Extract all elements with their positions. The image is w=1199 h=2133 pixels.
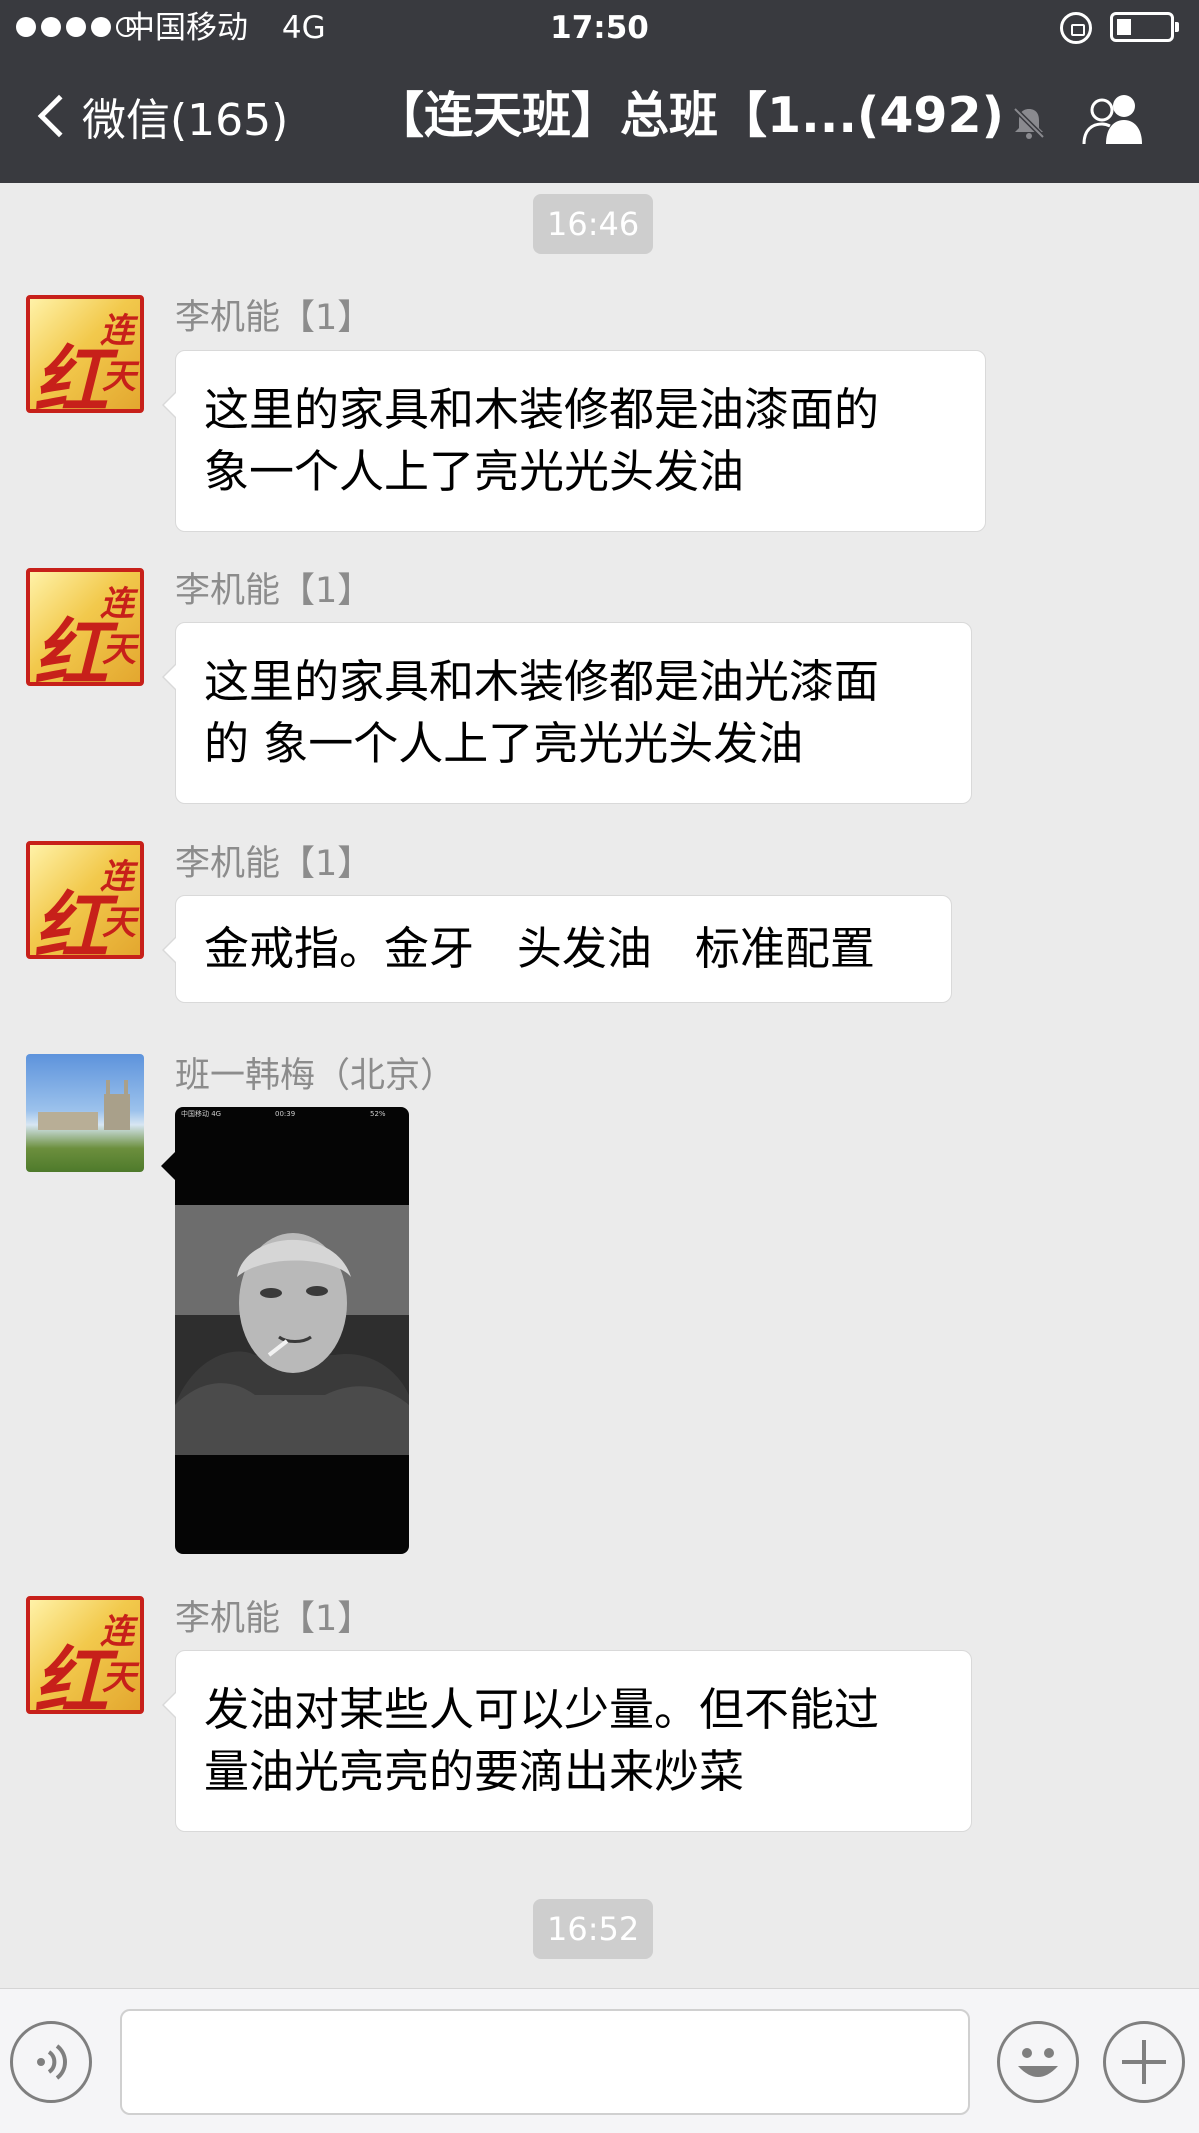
sender-name: 李机能【1】 <box>175 844 373 884</box>
sender-name: 班一韩梅（北京） <box>175 1056 456 1096</box>
image-status-bar: 中国移动 4G 00:39 52% <box>175 1107 409 1121</box>
seal-char: 天 <box>102 630 136 670</box>
more-options-button[interactable] <box>1103 2021 1185 2103</box>
top-bar: 中国移动 4G 17:50 微信(165) 【连天班】总班【1...(492) <box>0 0 1199 183</box>
timestamp: 16:52 <box>533 1899 654 1959</box>
sender-name: 李机能【1】 <box>175 298 373 338</box>
back-label: 微信(165) <box>82 95 289 146</box>
back-button[interactable]: 微信(165) <box>32 86 288 146</box>
seal-char: 连 <box>100 857 134 897</box>
sender-name: 李机能【1】 <box>175 571 373 611</box>
avatar[interactable] <box>26 1054 144 1172</box>
portrait-photo <box>175 1205 409 1455</box>
plus-icon <box>1122 2040 1166 2084</box>
emoji-button[interactable] <box>997 2021 1079 2103</box>
input-bar <box>0 1988 1199 2133</box>
building-shape <box>124 1080 128 1096</box>
seal-char: 红 <box>34 1639 108 1714</box>
message-input[interactable] <box>120 2009 970 2115</box>
building-shape <box>38 1112 98 1130</box>
message-bubble[interactable]: 发油对某些人可以少量。但不能过 量油光亮亮的要滴出来炒菜 <box>162 1650 972 1832</box>
message-text: 象一个人上了亮光光头发油 <box>204 445 745 498</box>
battery-icon <box>1110 12 1179 42</box>
avatar[interactable]: 红 连 天 <box>26 568 144 686</box>
message-text: 量油光亮亮的要滴出来炒菜 <box>204 1745 745 1798</box>
avatar[interactable]: 红 连 天 <box>26 841 144 959</box>
message-text: 这里的家具和木装修都是油光漆面 <box>204 655 880 708</box>
message-text: 这里的家具和木装修都是油漆面的 <box>204 383 880 436</box>
voice-input-button[interactable] <box>10 2021 92 2103</box>
seal-char: 天 <box>102 357 136 397</box>
message-bubble[interactable]: 这里的家具和木装修都是油光漆面 的 象一个人上了亮光光头发油 <box>162 622 972 804</box>
image-status-carrier: 中国移动 4G <box>181 1110 222 1118</box>
seal-char: 红 <box>34 338 108 413</box>
timestamp: 16:46 <box>533 194 654 254</box>
voice-input-icon <box>37 2044 67 2080</box>
rotation-lock-icon <box>1060 12 1092 44</box>
message-bubble[interactable]: 这里的家具和木装修都是油漆面的 象一个人上了亮光光头发油 <box>162 350 986 532</box>
message-text: 的 象一个人上了亮光光头发油 <box>204 717 804 770</box>
image-status-battery: 52% <box>370 1110 386 1118</box>
sender-name: 李机能【1】 <box>175 1599 373 1639</box>
seal-char: 连 <box>100 584 134 624</box>
image-message[interactable]: 中国移动 4G 00:39 52% <box>175 1107 409 1554</box>
message-text: 发油对某些人可以少量。但不能过 <box>204 1683 880 1736</box>
bubble-pointer <box>161 1152 175 1180</box>
image-status-time: 00:39 <box>275 1110 296 1118</box>
status-time: 17:50 <box>550 10 649 46</box>
group-members-icon[interactable] <box>1080 92 1148 148</box>
emoji-icon <box>1018 2048 1058 2077</box>
seal-char: 红 <box>34 611 108 686</box>
status-bar: 中国移动 4G 17:50 <box>0 0 1199 56</box>
chat-title: 【连天班】总班【1...(492) <box>375 87 1005 144</box>
avatar[interactable]: 红 连 天 <box>26 1596 144 1714</box>
building-shape <box>104 1094 130 1130</box>
building-shape <box>106 1080 110 1096</box>
seal-char: 连 <box>100 1612 134 1652</box>
chevron-left-icon <box>37 94 81 138</box>
seal-char: 红 <box>34 884 108 959</box>
message-text: 金戒指。金牙 头发油 标准配置 <box>204 922 875 975</box>
nav-bar: 微信(165) 【连天班】总班【1...(492) <box>0 56 1199 183</box>
portrait-illustration <box>175 1205 409 1455</box>
seal-char: 天 <box>102 1658 136 1698</box>
message-bubble[interactable]: 金戒指。金牙 头发油 标准配置 <box>162 895 952 1003</box>
mute-bell-icon <box>1013 107 1045 139</box>
seal-char: 连 <box>100 311 134 351</box>
avatar[interactable]: 红 连 天 <box>26 295 144 413</box>
seal-char: 天 <box>102 903 136 943</box>
